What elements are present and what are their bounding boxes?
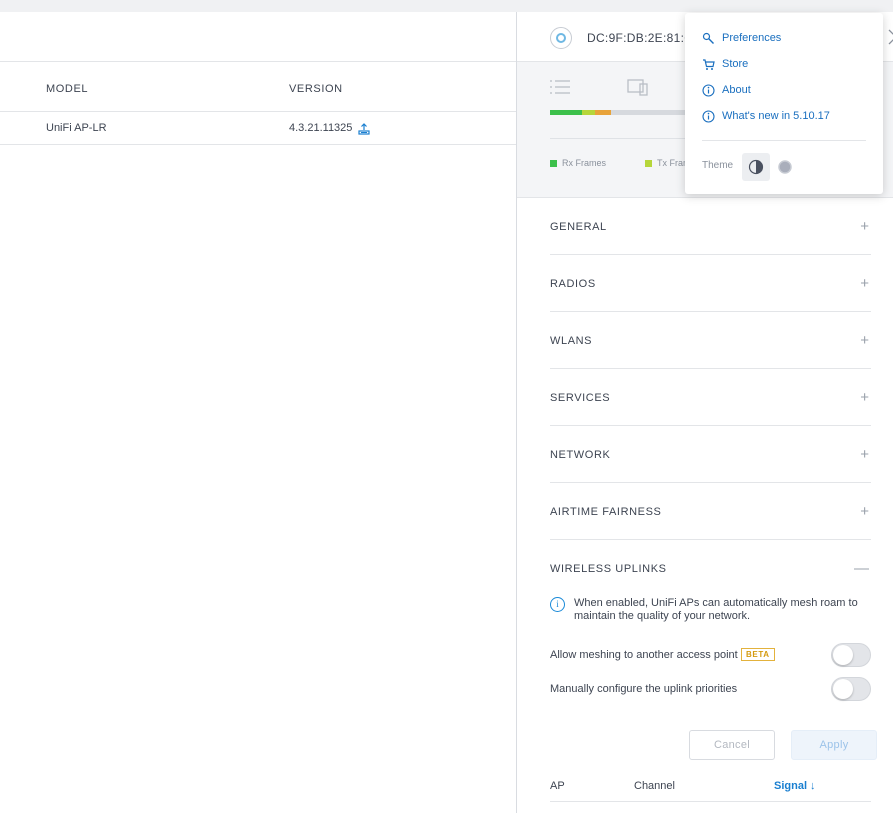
- menu-item-label: What's new in 5.10.17: [722, 110, 830, 122]
- section-label: SERVICES: [550, 392, 611, 404]
- table-header: MODEL VERSION: [0, 62, 517, 112]
- info-icon: [702, 83, 715, 97]
- menu-item-label: Store: [722, 58, 749, 70]
- section-general[interactable]: GENERAL +: [550, 198, 871, 255]
- device-mac-address: DC:9F:DB:2E:81:C: [587, 31, 694, 45]
- table-row[interactable]: UniFi AP-LR 4.3.21.11325: [0, 112, 517, 145]
- section-label: AIRTIME FAIRNESS: [550, 506, 662, 518]
- collapse-minus-icon[interactable]: —: [854, 560, 869, 577]
- expand-plus-icon[interactable]: +: [860, 389, 869, 406]
- legend-rx: Rx Frames: [550, 158, 606, 168]
- menu-item-label: Preferences: [722, 32, 782, 44]
- manual-priorities-label: Manually configure the uplink priorities: [550, 683, 738, 695]
- section-wlans[interactable]: WLANS +: [550, 312, 871, 369]
- section-label: WIRELESS UPLINKS: [550, 563, 667, 575]
- close-icon[interactable]: [887, 28, 893, 46]
- other-bar-segment: [594, 110, 611, 115]
- expand-plus-icon[interactable]: +: [860, 275, 869, 292]
- section-wireless-uplinks[interactable]: WIRELESS UPLINKS —: [550, 540, 871, 597]
- section-label: RADIOS: [550, 278, 596, 290]
- legend-tx-swatch: [645, 159, 652, 167]
- section-label: NETWORK: [550, 449, 611, 461]
- manual-priorities-toggle[interactable]: [831, 677, 871, 701]
- tx-bar-segment: [582, 110, 595, 115]
- section-label: GENERAL: [550, 221, 607, 233]
- expand-plus-icon[interactable]: +: [860, 332, 869, 349]
- cancel-button[interactable]: Cancel: [689, 730, 775, 760]
- section-radios[interactable]: RADIOS +: [550, 255, 871, 312]
- menu-item-store[interactable]: Store: [702, 56, 748, 72]
- column-header-version[interactable]: VERSION: [289, 83, 343, 95]
- expand-plus-icon[interactable]: +: [860, 218, 869, 235]
- theme-dark-icon[interactable]: [771, 153, 799, 181]
- model-cell: UniFi AP-LR: [46, 122, 107, 134]
- column-header-signal[interactable]: Signal ↓: [774, 780, 816, 792]
- allow-meshing-toggle[interactable]: [831, 643, 871, 667]
- legend-rx-label: Rx Frames: [562, 158, 607, 168]
- devices-table: MODEL VERSION UniFi AP-LR 4.3.21.11325: [0, 12, 517, 813]
- section-label: WLANS: [550, 335, 593, 347]
- uplinks-table-header: AP Channel Signal ↓: [550, 780, 871, 802]
- table-toolbar: [0, 12, 517, 62]
- settings-dropdown-menu: Preferences Store About What's new in 5.…: [685, 13, 883, 194]
- section-network[interactable]: NETWORK +: [550, 426, 871, 483]
- manual-priorities-option: Manually configure the uplink priorities: [550, 677, 871, 701]
- info-icon: [702, 109, 715, 123]
- column-header-ap[interactable]: AP: [550, 780, 565, 792]
- apply-button[interactable]: Apply: [791, 730, 877, 760]
- rx-bar-segment: [550, 110, 583, 115]
- menu-divider: [702, 140, 866, 141]
- tab-details-list-icon[interactable]: [549, 78, 571, 101]
- theme-label: Theme: [702, 160, 734, 171]
- section-services[interactable]: SERVICES +: [550, 369, 871, 426]
- version-cell: 4.3.21.11325: [289, 122, 353, 134]
- allow-meshing-label: Allow meshing to another access point: [550, 649, 738, 661]
- expand-plus-icon[interactable]: +: [860, 446, 869, 463]
- column-header-model[interactable]: MODEL: [46, 83, 88, 95]
- expand-plus-icon[interactable]: +: [860, 503, 869, 520]
- menu-item-about[interactable]: About: [702, 82, 751, 98]
- legend-rx-swatch: [550, 159, 557, 167]
- menu-item-label: About: [722, 84, 751, 96]
- top-bar: [0, 0, 893, 12]
- section-airtime-fairness[interactable]: AIRTIME FAIRNESS +: [550, 483, 871, 540]
- preferences-icon: [702, 32, 715, 45]
- device-status-icon: [550, 27, 572, 49]
- allow-meshing-option: Allow meshing to another access point BE…: [550, 643, 871, 667]
- tab-clients-icon[interactable]: [627, 78, 649, 101]
- theme-contrast-icon[interactable]: [742, 153, 770, 181]
- upgrade-icon[interactable]: [358, 122, 370, 135]
- cart-icon: [702, 58, 715, 71]
- menu-item-whats-new[interactable]: What's new in 5.10.17: [702, 108, 830, 124]
- beta-badge: BETA: [741, 648, 775, 661]
- column-header-channel[interactable]: Channel: [634, 780, 675, 792]
- menu-item-preferences[interactable]: Preferences: [702, 30, 781, 46]
- uplinks-info-text: When enabled, UniFi APs can automaticall…: [574, 597, 858, 622]
- info-icon: i: [550, 597, 565, 612]
